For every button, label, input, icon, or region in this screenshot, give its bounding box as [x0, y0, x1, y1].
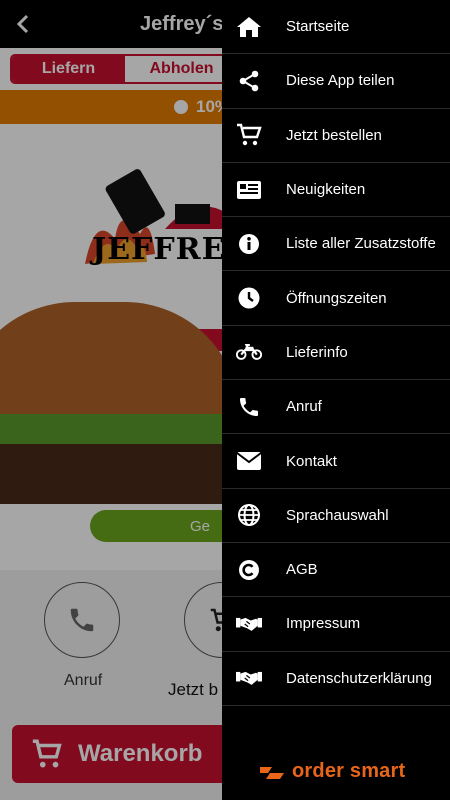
- order-smart-logo: order smart: [258, 760, 405, 783]
- menu-label: Startseite: [286, 18, 350, 36]
- menu-label: Anruf: [286, 398, 322, 416]
- home-icon: [236, 14, 262, 40]
- navigation-drawer: Startseite Diese App teilen Jetzt bestel…: [222, 0, 450, 800]
- menu-label: Lieferinfo: [286, 343, 348, 361]
- news-icon: [236, 177, 262, 203]
- motorcycle-icon: [236, 339, 262, 365]
- menu-label: Datenschutzerklärung: [286, 669, 432, 687]
- menu-item-agb[interactable]: AGB: [222, 543, 450, 598]
- menu-label: Liste aller Zusatzstoffe: [286, 235, 436, 253]
- menu-item-impressum[interactable]: Impressum: [222, 597, 450, 652]
- clock-icon: [236, 285, 262, 311]
- menu-item-language[interactable]: Sprachauswahl: [222, 489, 450, 543]
- menu-item-contact[interactable]: Kontakt: [222, 434, 450, 489]
- menu-item-share[interactable]: Diese App teilen: [222, 54, 450, 109]
- menu-item-hours[interactable]: Öffnungszeiten: [222, 271, 450, 326]
- menu-item-order[interactable]: Jetzt bestellen: [222, 109, 450, 163]
- menu-label: Diese App teilen: [286, 72, 395, 90]
- menu-label: AGB: [286, 561, 318, 579]
- menu-label: Öffnungszeiten: [286, 289, 387, 307]
- menu-item-news[interactable]: Neuigkeiten: [222, 163, 450, 218]
- handshake-icon: [236, 665, 262, 691]
- menu-label: Impressum: [286, 615, 361, 633]
- menu-item-delivery[interactable]: Lieferinfo: [222, 326, 450, 381]
- envelope-icon: [236, 448, 262, 474]
- copyright-icon: [236, 557, 262, 583]
- info-icon: [236, 231, 262, 257]
- menu-item-call[interactable]: Anruf: [222, 380, 450, 435]
- menu-item-privacy[interactable]: Datenschutzerklärung: [222, 652, 450, 706]
- menu-label: Sprachauswahl: [286, 506, 389, 524]
- menu-label: Jetzt bestellen: [286, 126, 382, 144]
- menu-item-startseite[interactable]: Startseite: [222, 0, 450, 55]
- order-smart-icon: [260, 766, 284, 779]
- menu-label: Kontakt: [286, 452, 337, 470]
- handshake-icon: [236, 611, 262, 637]
- share-icon: [236, 68, 262, 94]
- menu-label: Neuigkeiten: [286, 181, 366, 199]
- cart-icon: [236, 122, 262, 148]
- globe-icon: [236, 502, 262, 528]
- brand-text: order smart: [292, 760, 406, 782]
- phone-icon: [236, 394, 262, 420]
- menu-item-additives[interactable]: Liste aller Zusatzstoffe: [222, 217, 450, 272]
